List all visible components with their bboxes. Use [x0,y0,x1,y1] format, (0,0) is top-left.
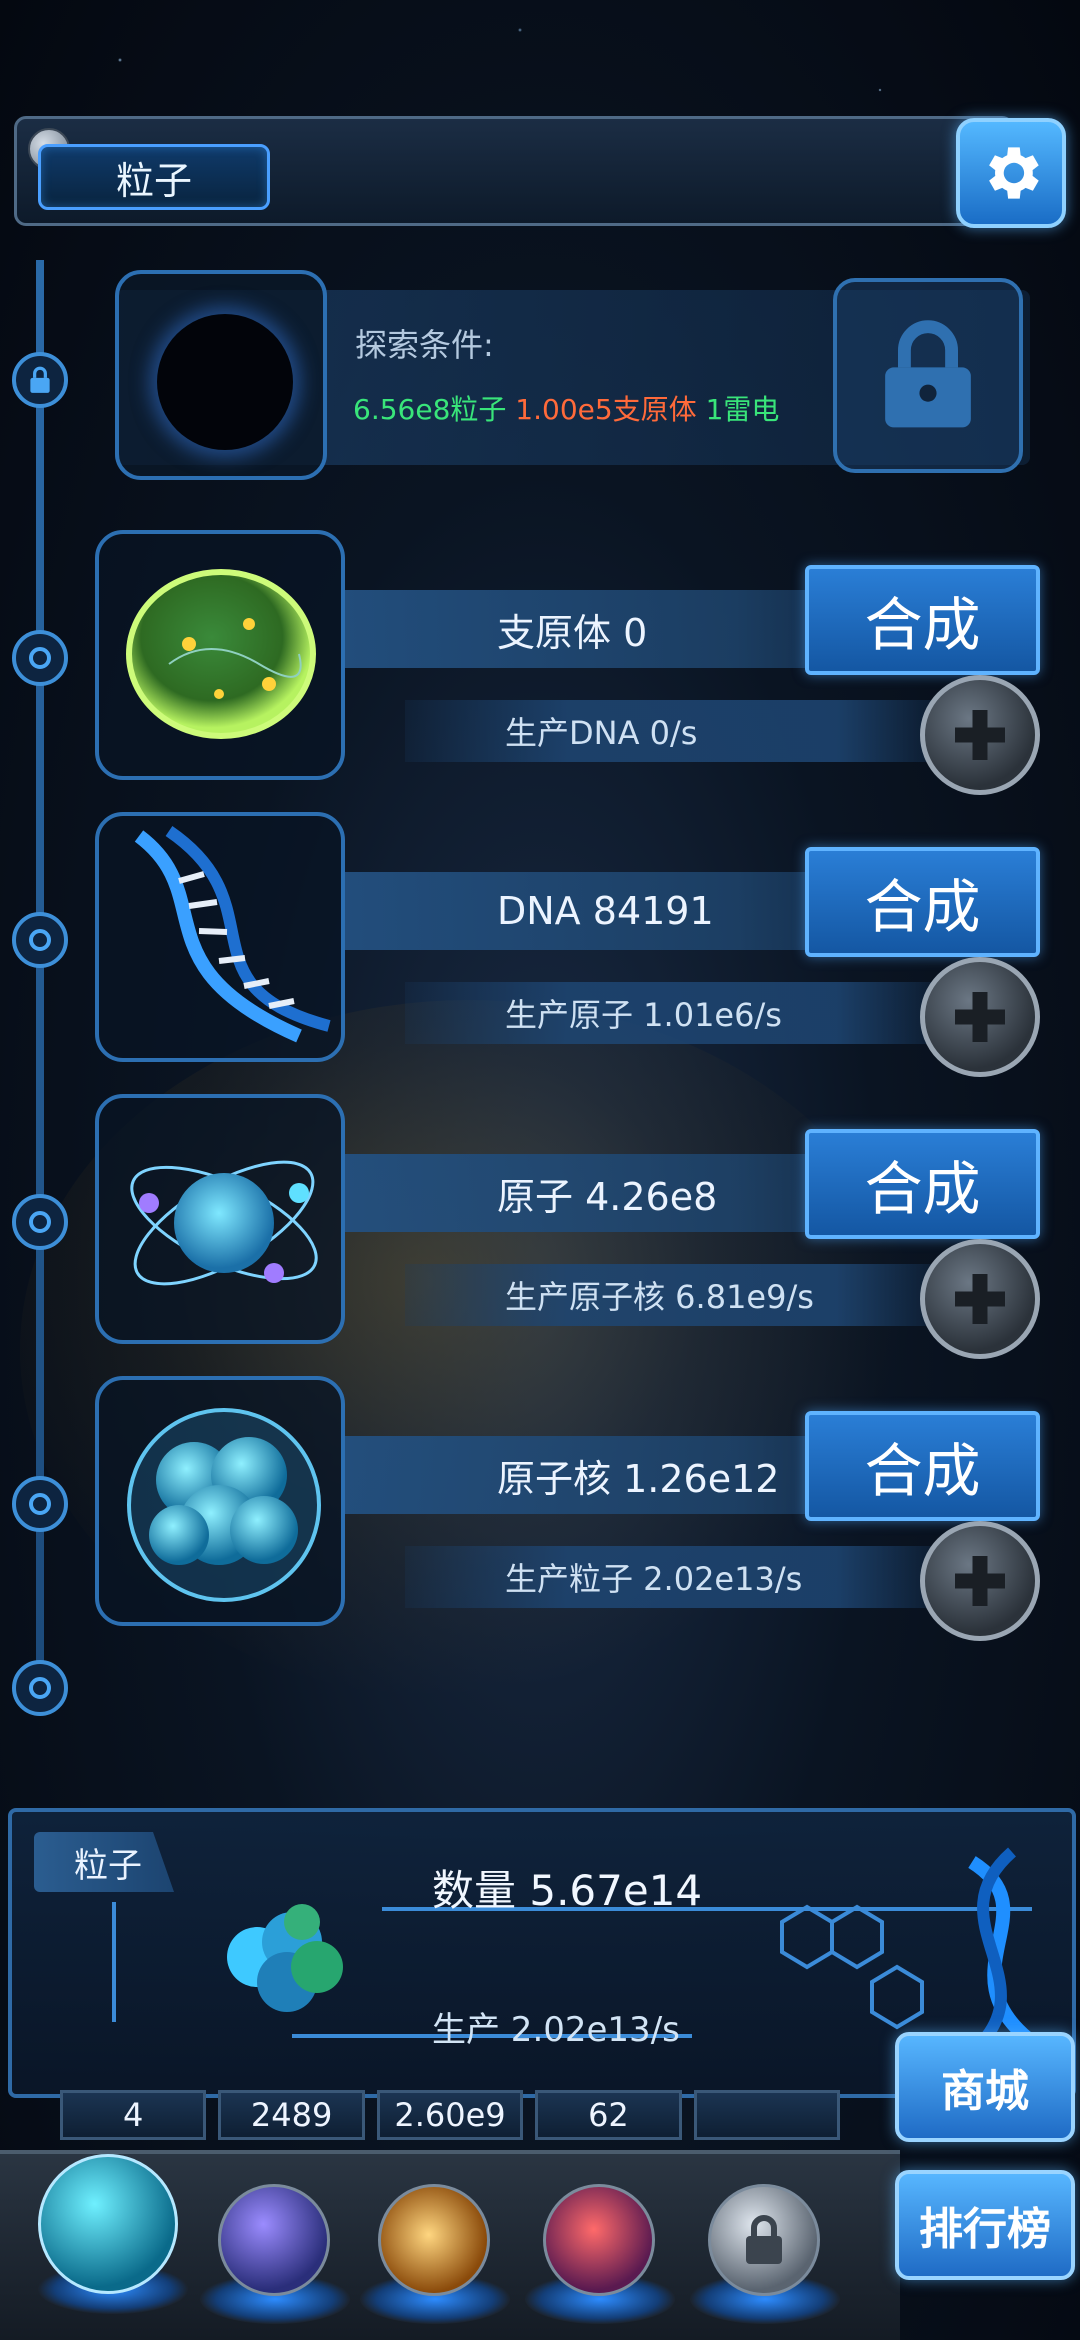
upgrade-button[interactable] [920,1239,1040,1359]
item-production: 生产原子 1.01e6/s [405,982,945,1044]
bottom-dock [0,2150,900,2340]
timeline-end-node [12,1660,68,1716]
explore-conditions: 6.56e8粒子 1.00e5支原体 1雷电 [353,388,779,428]
top-header: 粒子 [0,100,1080,250]
lock-icon [746,2215,782,2264]
molecule-dna-icon [780,1847,1037,2057]
synthesize-button[interactable]: 合成 [805,1411,1040,1521]
particle-cluster-icon [227,1904,343,2012]
explore-panel: 探索条件: 6.56e8粒子 1.00e5支原体 1雷电 [115,270,1030,480]
upgrade-button[interactable] [920,957,1040,1077]
cell-icon [126,569,316,739]
nucleus-icon [127,1408,321,1602]
item-image-frame [95,1376,345,1626]
lock-icon [30,366,50,393]
item-image-frame [95,1094,345,1344]
resource-bar: 4 2489 2.60e9 62 [60,2090,841,2146]
item-production: 生产粒子 2.02e13/s [405,1546,945,1608]
particle-tag: 粒子 [34,1832,174,1892]
explore-label: 探索条件: [355,326,494,364]
timeline-node [12,630,68,686]
page-title: 粒子 [38,144,270,210]
item-production: 生产原子核 6.81e9/s [405,1264,945,1326]
timeline-node [12,1476,68,1532]
resource-particles: 4 [60,2090,207,2140]
item-image-frame [95,812,345,1062]
atom-icon [130,1160,318,1286]
resource-energy: 2.60e9 [376,2090,524,2140]
item-image-frame [95,530,345,780]
gear-icon [989,147,1039,199]
condition-thunder: 1雷电 [705,393,780,426]
ranking-button[interactable]: 排行榜 [895,2170,1075,2280]
plus-icon [955,1274,1005,1324]
item-production: 生产DNA 0/s [405,700,945,762]
brain-orb-button[interactable] [543,2184,655,2296]
list-item: 原子 4.26e8 生产原子核 6.81e9/s 合成 [95,1094,1055,1359]
galaxy-orb-button[interactable] [378,2184,490,2296]
lock-icon [885,319,971,427]
condition-mycoplasma: 1.00e5支原体 [515,393,697,426]
particle-production: 生产 2.02e13/s [432,2010,680,2050]
upgrade-button[interactable] [920,1521,1040,1641]
synthesize-button[interactable]: 合成 [805,847,1040,957]
resource-thunder: 2489 [218,2090,365,2140]
black-hole-frame [115,270,327,480]
condition-particles: 6.56e8粒子 [353,393,507,426]
locked-orb-button[interactable] [708,2184,820,2296]
plus-icon [955,992,1005,1042]
plus-icon [955,710,1005,760]
timeline-lock-node [12,352,68,408]
black-hole-icon [157,314,293,450]
list-item: 支原体 0 生产DNA 0/s 合成 [95,530,1055,795]
explore-lock-button[interactable] [833,278,1023,473]
resource-locked [693,2090,841,2140]
settings-button[interactable] [956,118,1066,228]
timeline-node [12,1194,68,1250]
particle-orb-button[interactable] [38,2154,178,2294]
list-item: 原子核 1.26e12 生产粒子 2.02e13/s 合成 [95,1376,1055,1641]
thunder-orb-button[interactable] [218,2184,330,2296]
plus-icon [955,1556,1005,1606]
upgrade-button[interactable] [920,675,1040,795]
list-item: DNA 84191 生产原子 1.01e6/s 合成 [95,812,1055,1077]
synthesize-button[interactable]: 合成 [805,565,1040,675]
resource-brain: 62 [535,2090,682,2140]
shop-button[interactable]: 商城 [895,2032,1075,2142]
synthesize-button[interactable]: 合成 [805,1129,1040,1239]
progress-timeline [36,260,44,1680]
dna-helix-icon [134,826,331,1043]
timeline-node [12,912,68,968]
particle-count: 数量 5.67e14 [432,1866,703,1915]
